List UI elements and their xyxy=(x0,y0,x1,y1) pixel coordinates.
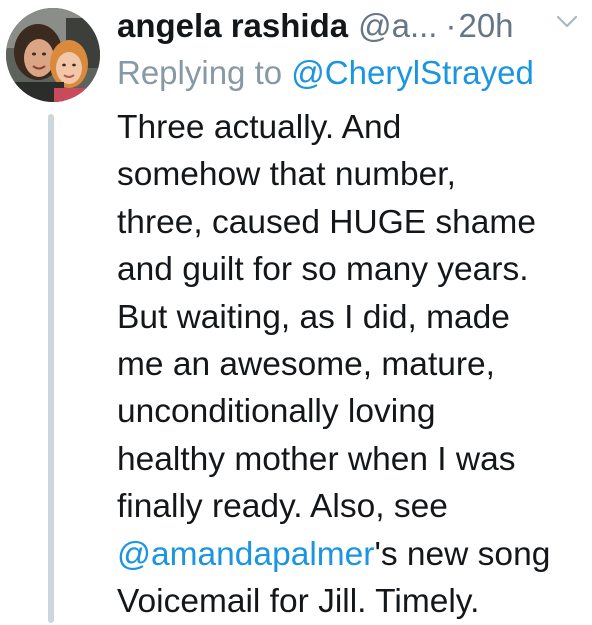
tweet-text-line: @amandapalmer's new song xyxy=(117,531,587,578)
tweet-text-line: Three actually. And xyxy=(117,109,402,146)
thread-line xyxy=(48,114,54,623)
username-handle[interactable]: @a... xyxy=(358,7,437,45)
tweet-text-line: Voicemail for Jill. Timely. xyxy=(117,583,480,621)
tweet-text-line: and guilt for so many years. xyxy=(117,251,529,289)
tweet-text-line: me an awesome, mature, xyxy=(117,346,495,384)
separator-dot: · xyxy=(445,7,457,44)
tweet-text-line: unconditionally loving xyxy=(117,393,436,431)
tweet-header: angela rashida @a... · 20h xyxy=(117,4,587,48)
display-name[interactable]: angela rashida xyxy=(117,7,348,45)
tweet-text-line: three, caused HUGE shame xyxy=(117,203,536,241)
reply-context: Replying to @CherylStrayed xyxy=(117,54,534,92)
tweet-text-line: somehow that number, xyxy=(117,156,456,194)
tweet-text-line: But waiting, as I did, made xyxy=(117,298,510,336)
tweet-text: Three actually. And somehow that number,… xyxy=(117,104,587,625)
mention-link[interactable]: @amandapalmer xyxy=(117,536,374,573)
tweet-text-line: healthy mother when I was xyxy=(117,440,516,478)
chevron-down-icon[interactable] xyxy=(555,14,579,30)
avatar[interactable] xyxy=(6,8,100,102)
tweet: angela rashida @a... · 20h Replying to @… xyxy=(0,0,592,623)
tweet-text-line: finally ready. Also, see xyxy=(117,488,448,526)
avatar-image xyxy=(6,8,100,102)
reply-mention-link[interactable]: @CherylStrayed xyxy=(291,54,534,91)
reply-prefix: Replying to xyxy=(117,54,283,91)
timestamp[interactable]: 20h xyxy=(458,7,513,45)
tweet-text-fragment: 's new song xyxy=(374,535,551,573)
